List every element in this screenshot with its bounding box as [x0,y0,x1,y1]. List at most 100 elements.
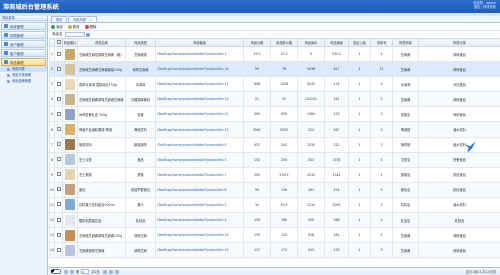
last-page-icon[interactable] [108,269,113,274]
checkbox[interactable] [56,142,61,147]
sidebar-item-brand[interactable]: 商品品牌管理 [0,78,47,84]
table-row[interactable]: 10 面包 烘焙早餐面包/TaoShop/home/product/detail?p… [49,181,500,198]
product-link[interactable]: /TaoShop/home/product/detail?productId=4 [155,212,244,229]
col-header-check[interactable] [54,38,63,47]
table-row[interactable]: 5 休闲零食礼盒 500g 零食/TaoShop/home/product/deta… [49,106,500,123]
product-link[interactable]: /TaoShop/home/product/detail?productId=1… [155,242,244,259]
row-checkbox[interactable] [54,166,63,183]
col-header[interactable]: 商品图片 [62,38,78,47]
table-row[interactable]: 8 芝士汉堡 食品/TaoShop/home/product/detail?prod… [49,151,500,168]
product-link[interactable]: /TaoShop/home/product/detail?productId=1… [155,106,244,123]
row-checkbox[interactable] [54,242,63,259]
checkbox[interactable] [56,127,61,132]
sidebar-group-system[interactable]: 系统管理 [1,22,46,30]
checkbox[interactable] [56,187,61,192]
page-input[interactable] [81,269,90,274]
checkbox[interactable] [56,96,61,101]
row-checkbox[interactable] [54,106,63,123]
col-header[interactable]: 所属商家 [392,38,419,47]
col-header[interactable]: 排序号 [370,38,393,47]
close-icon[interactable]: × [89,17,92,23]
row-checkbox[interactable] [54,151,63,168]
product-link[interactable]: /TaoShop/home/product/detail?productId=1… [155,227,244,244]
table-row[interactable]: 3 香草冰淇淋 雪糕组合150g 冰淇淋/TaoShop/home/product/… [49,76,500,93]
product-link[interactable]: /TaoShop/home/product/detail?productId=8 [155,181,244,198]
sidebar-group-permission[interactable]: 权限管理 [1,31,46,39]
logout-link[interactable]: 退出 | 修改密码 [473,5,496,9]
row-checkbox[interactable] [54,76,63,93]
product-thumbnail [65,108,75,120]
row-checkbox[interactable] [54,196,63,214]
checkbox[interactable] [56,157,61,162]
col-header[interactable]: 商品原价格 [270,38,298,47]
table-row[interactable]: 4 芝麻酱芝麻酱调味芝麻酱芝麻酱 冷藏调味酱料/TaoShop/home/produ… [49,91,500,108]
product-link[interactable]: /TaoShop/home/product/detail?productId=1… [155,61,244,78]
sidebar-group-user[interactable]: 用户管理 [1,40,46,48]
table-row[interactable]: 1 芝麻酱芝麻馅调味芝麻酱（罐） 芝麻酱类/TaoShop/home/product… [49,45,500,63]
sidebar-group-customer[interactable]: 客户管理 [1,49,46,57]
add-button[interactable]: 添加 [51,24,63,29]
table-row[interactable]: 9 芝士蛋糕 蛋糕/TaoShop/home/product/detail?prod… [49,166,500,183]
table-row[interactable]: 12 酸奶乳酸菌饮品 乳制品/TaoShop/home/product/detail… [49,212,500,229]
product-link[interactable]: /TaoShop/home/product/detail?productId=1 [155,45,244,63]
col-header[interactable]: 商品库存 [297,38,325,47]
page-size-select[interactable]: 20 [51,269,61,274]
search-input[interactable] [64,32,85,37]
product-onsale: 1 [348,242,371,259]
prev-page-icon[interactable] [70,269,74,274]
checkbox[interactable] [56,232,61,237]
col-header[interactable]: 所属分类 [418,38,500,47]
table-row[interactable]: 13 芝麻酱芝麻酱调味芝麻酱150g 调味芝麻/TaoShop/home/produ… [49,227,500,244]
checkbox[interactable] [56,247,61,252]
table-row[interactable]: 2 芝麻酱芝麻酱芝麻酱罐装150g 调味芝麻酱/TaoShop/home/produ… [49,61,500,78]
col-header[interactable]: 商品名称 [77,38,126,47]
product-sales: 1530 [324,151,349,168]
product-type: 乳制品 [125,212,156,229]
col-header[interactable]: 商品类型 [125,38,156,47]
edit-button[interactable]: 修改 [67,24,80,29]
tab-product-list[interactable]: 商品列表 × [68,16,97,23]
table-row[interactable]: 14 芝麻酱调味芝麻酱 调味芝麻/TaoShop/home/product/deta… [49,242,500,259]
col-header[interactable]: 商品销量 [324,38,349,47]
first-page-icon[interactable] [64,269,68,274]
table-row[interactable]: 6 啤酒不含酒精果味 啤酒 啤酒饮料/TaoShop/home/product/de… [49,121,500,138]
row-checkbox[interactable] [54,91,63,108]
product-link[interactable]: /TaoShop/home/product/detail?productId=1… [155,91,244,108]
float-bird-icon[interactable] [463,140,477,154]
product-link[interactable]: /TaoShop/home/product/detail?productId=7 [155,166,244,183]
table-row[interactable]: 7 咖啡饮料 罐装咖啡/TaoShop/home/product/detail?pr… [49,136,500,153]
row-checkbox[interactable] [54,45,63,63]
checkbox[interactable] [56,66,61,71]
select-all-checkbox[interactable] [56,40,61,44]
search-icon[interactable] [85,32,90,37]
delete-button[interactable]: 删除 [84,24,96,29]
col-header[interactable]: 商品价格 [243,38,271,47]
refresh-icon[interactable] [114,269,119,274]
row-checkbox[interactable] [54,212,63,229]
product-link[interactable]: /TaoShop/home/product/detail?productId=1… [155,121,244,138]
row-checkbox[interactable] [54,61,63,78]
checkbox[interactable] [56,81,61,86]
product-link[interactable]: /TaoShop/home/product/detail?productId=1… [155,76,244,93]
col-header[interactable]: 是否上架 [348,38,371,47]
next-page-icon[interactable] [102,269,107,274]
row-checkbox[interactable] [54,181,63,198]
row-checkbox[interactable] [54,227,63,244]
product-link[interactable]: /TaoShop/home/product/detail?productId=5 [155,136,244,153]
checkbox[interactable] [56,172,61,177]
row-checkbox[interactable] [54,121,63,138]
table-row[interactable]: 11 饮料果汁饮料组合500ml 果汁/TaoShop/home/product/d… [49,196,500,214]
row-checkbox[interactable] [54,136,63,153]
col-header[interactable]: 商品链接 [155,38,244,47]
checkbox[interactable] [56,202,61,207]
product-link[interactable]: /TaoShop/home/product/detail?productId=3 [155,151,244,168]
user-info[interactable]: 欢迎您：admin 退出 | 修改密码 [473,1,496,9]
search-label: 商品名 [52,32,63,36]
toolbar: 添加 修改 删除 [49,23,500,31]
sidebar-group-product[interactable]: 商品管理 [1,58,46,66]
checkbox[interactable] [56,111,61,116]
checkbox[interactable] [56,51,61,56]
checkbox[interactable] [56,217,61,222]
product-link[interactable]: /TaoShop/home/product/detail?productId=2 [155,196,244,214]
tab-home[interactable]: 首页 [51,16,68,22]
